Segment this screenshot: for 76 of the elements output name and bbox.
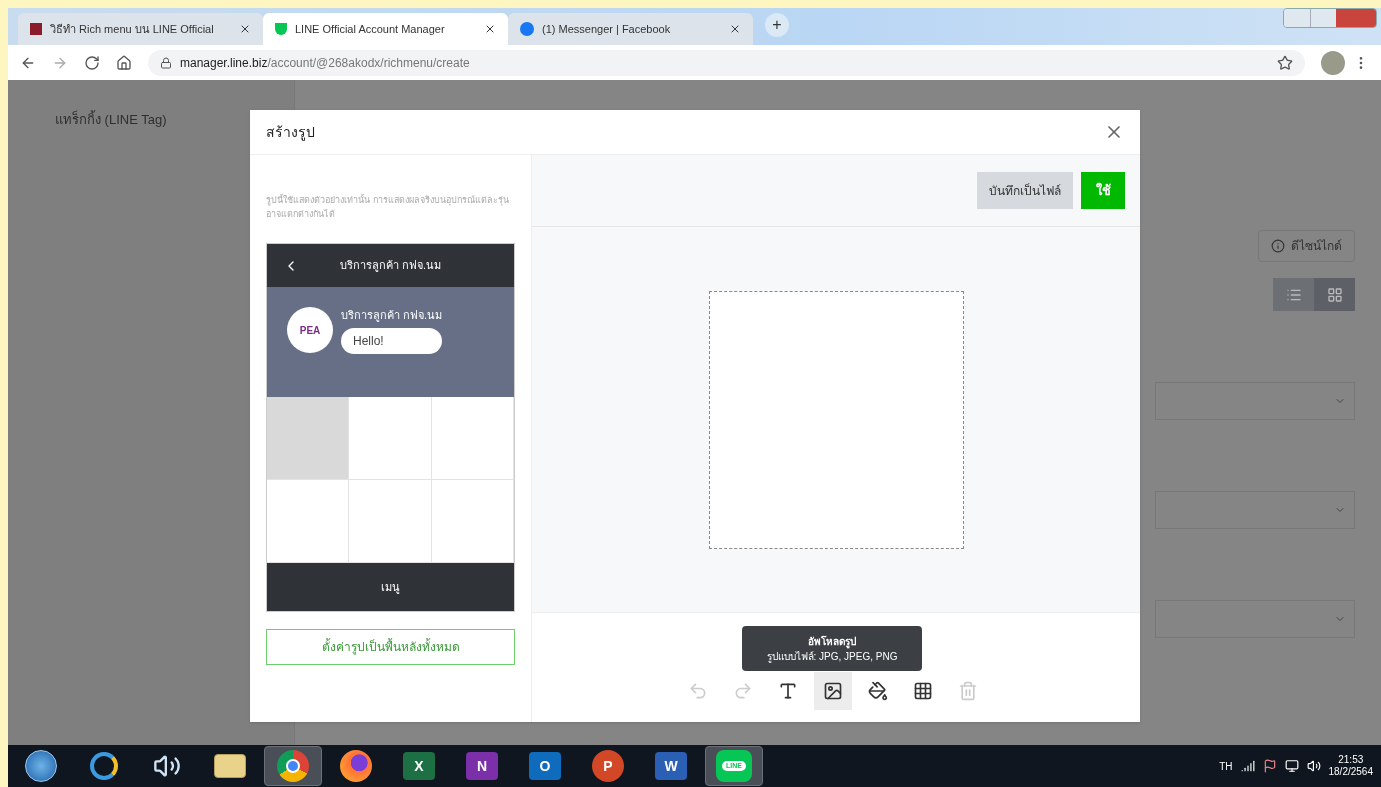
start-orb-icon <box>25 750 57 782</box>
browser-e-icon <box>90 752 118 780</box>
site-icon <box>30 23 42 35</box>
home-icon[interactable] <box>116 54 132 71</box>
trash-icon <box>958 681 978 701</box>
firefox-icon <box>340 750 372 782</box>
chat-title: บริการลูกค้า กฟจ.นม <box>338 258 443 274</box>
office-app-icon: X <box>403 752 435 780</box>
menu-cell[interactable] <box>267 480 350 563</box>
set-background-button[interactable]: ตั้งค่ารูปเป็นพื้นหลังทั้งหมด <box>266 629 515 665</box>
star-icon[interactable] <box>1277 54 1293 71</box>
tooltip-title: อัพโหลดรูป <box>808 634 856 649</box>
profile-avatar[interactable] <box>1321 50 1345 75</box>
grid-view-button[interactable] <box>1314 278 1355 311</box>
office-app-icon: N <box>466 752 498 780</box>
office-app-icon: W <box>655 752 687 780</box>
monitor-icon[interactable] <box>1284 759 1299 773</box>
close-icon[interactable] <box>729 23 741 35</box>
taskbar-item[interactable]: P <box>579 746 637 786</box>
guide-button[interactable]: ดีไซน์ไกด์ <box>1258 230 1355 262</box>
flag-icon[interactable] <box>1262 759 1277 773</box>
text-icon <box>778 681 798 701</box>
image-tool-button[interactable] <box>814 672 852 710</box>
tab-title: วิธีทำ Rich menu บน LINE Official <box>50 21 215 37</box>
menu-cell[interactable] <box>431 397 514 480</box>
info-icon <box>1271 239 1285 253</box>
menu-cell[interactable] <box>267 397 350 480</box>
folder-icon <box>214 754 246 778</box>
new-tab-button[interactable]: + <box>765 13 789 37</box>
grid-icon <box>1326 286 1343 303</box>
avatar-logo: PEA <box>287 307 333 353</box>
volume-icon[interactable] <box>1306 759 1321 773</box>
preview-note: รูปนี้ใช้แสดงตัวอย่างเท่านั้น การแสดงผลจริงบนอุปกรณ์แต่ละรุ่น อาจแตกต่างกันได้ <box>266 193 510 221</box>
select-field[interactable] <box>1155 600 1355 638</box>
tab-title: (1) Messenger | Facebook <box>542 21 672 37</box>
browser-tab[interactable]: วิธีทำ Rich menu บน LINE Official <box>18 13 263 45</box>
chrome-icon <box>277 750 309 782</box>
url-text: manager.line.biz/account/@268akodx/richmenu/create <box>180 54 470 72</box>
browser-tab[interactable]: LINE Official Account Manager <box>263 13 508 45</box>
grid-icon <box>913 681 933 701</box>
taskbar-item[interactable]: N <box>453 746 511 786</box>
dialog-title: สร้างรูป <box>266 122 315 143</box>
menu-cell[interactable] <box>431 480 514 563</box>
menu-cell[interactable] <box>349 480 432 563</box>
clock-date: 18/2/2564 <box>1328 766 1373 778</box>
clock-time: 21:53 <box>1338 754 1364 766</box>
facebook-icon <box>520 22 534 36</box>
lock-icon <box>160 56 172 69</box>
save-file-button[interactable]: บันทึกเป็นไฟล์ <box>977 172 1073 209</box>
image-icon <box>823 681 843 701</box>
select-field[interactable] <box>1155 491 1355 529</box>
tooltip-text: รูปแบบไฟล์: JPG, JPEG, PNG <box>766 649 898 664</box>
message-bubble: Hello! <box>341 327 443 354</box>
paint-bucket-icon <box>868 681 888 701</box>
window-controls[interactable] <box>1283 8 1377 28</box>
reload-icon[interactable] <box>84 54 100 71</box>
tab-title: LINE Official Account Manager <box>295 21 446 37</box>
shield-icon <box>275 23 287 35</box>
sender-name: บริการลูกค้า กฟจ.นม <box>341 308 443 324</box>
close-icon[interactable] <box>484 23 496 35</box>
menu-cell[interactable] <box>349 397 432 480</box>
menu-bar[interactable]: เมนู <box>267 563 514 611</box>
office-app-icon: P <box>592 750 624 782</box>
browser-tab[interactable]: (1) Messenger | Facebook <box>508 13 753 45</box>
language-indicator[interactable]: TH <box>1219 758 1233 774</box>
taskbar-item[interactable] <box>264 746 322 786</box>
taskbar-item[interactable]: X <box>390 746 448 786</box>
address-bar[interactable]: manager.line.biz/account/@268akodx/richmenu/create <box>148 49 1305 76</box>
taskbar-item[interactable]: O <box>516 746 574 786</box>
undo-icon <box>688 681 708 701</box>
taskbar-item[interactable]: W <box>642 746 700 786</box>
signal-icon[interactable] <box>1240 759 1255 773</box>
redo-icon <box>733 681 753 701</box>
close-icon[interactable] <box>239 23 251 35</box>
office-app-icon: O <box>529 752 561 780</box>
select-field[interactable] <box>1155 382 1355 420</box>
